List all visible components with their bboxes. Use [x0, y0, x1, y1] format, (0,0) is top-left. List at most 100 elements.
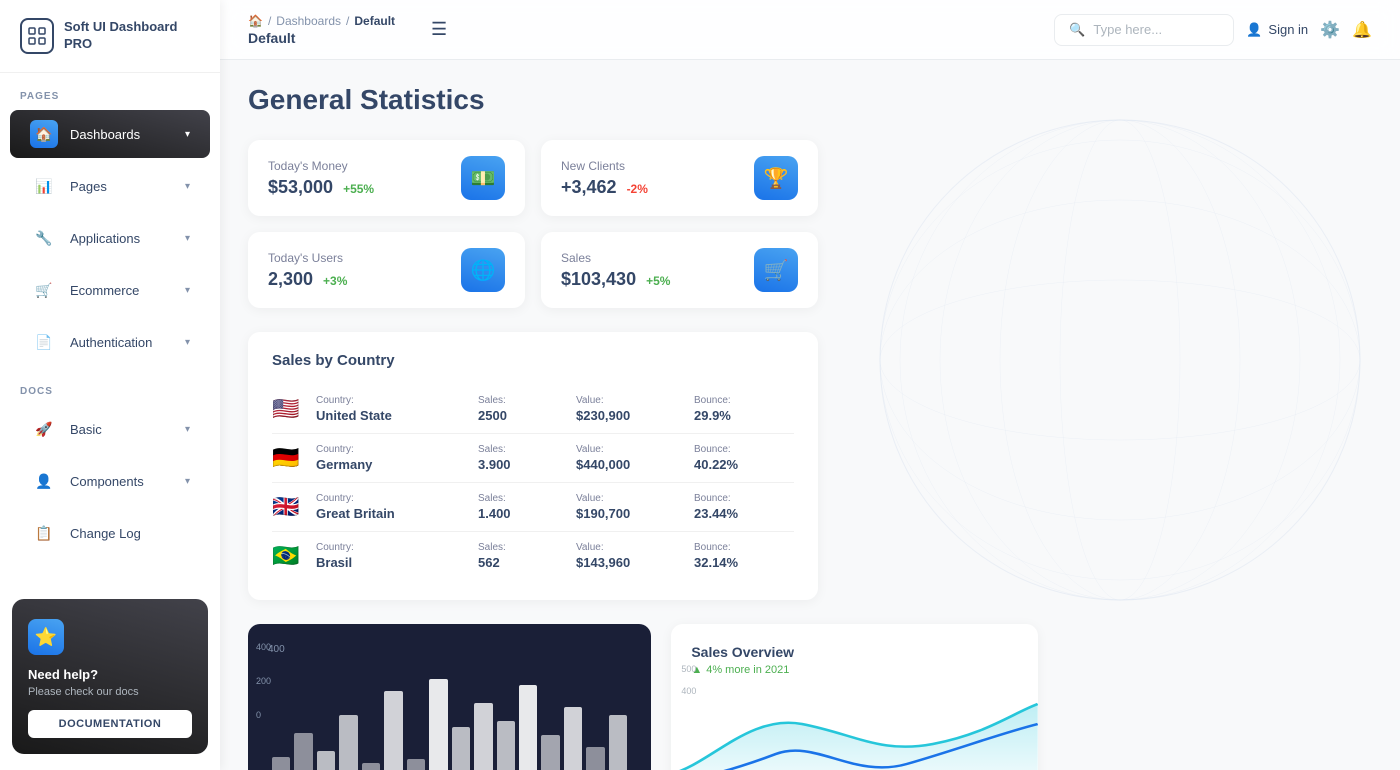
value-de: $440,000: [576, 457, 686, 472]
sales-overview-card: Sales Overview ▲ 4% more in 2021: [671, 624, 1038, 770]
bar-chart-card: 400: [248, 624, 651, 770]
sidebar-item-changelog[interactable]: 📋 Change Log: [10, 509, 210, 557]
stat-card-sales: Sales $103,430 +5% 🛒: [541, 232, 818, 308]
y-label-400: 400: [681, 686, 696, 696]
search-box[interactable]: 🔍 Type here...: [1054, 14, 1234, 46]
bar: [294, 733, 312, 770]
sales-de: 3.900: [478, 457, 568, 472]
breadcrumb-dashboards[interactable]: Dashboards: [276, 14, 341, 28]
flag-gb: 🇬🇧: [272, 494, 308, 520]
sidebar-item-pages[interactable]: 📊 Pages ▾: [10, 162, 210, 210]
help-star-icon: ⭐: [28, 619, 64, 655]
chevron-down-icon: ▾: [185, 476, 190, 487]
flag-us: 🇺🇸: [272, 396, 308, 422]
col-label-value: Value:: [576, 493, 686, 504]
help-title: Need help?: [28, 667, 192, 682]
breadcrumb-current: Default: [354, 14, 395, 28]
breadcrumb-home-icon[interactable]: 🏠: [248, 14, 263, 28]
value-br: $143,960: [576, 555, 686, 570]
sales-overview-title: Sales Overview: [691, 644, 1018, 660]
bounce-gb: 23.44%: [694, 506, 794, 521]
stat-label-users: Today's Users: [268, 251, 347, 265]
country-name-br: Brasil: [316, 555, 470, 570]
stat-change-clients: -2%: [627, 182, 648, 196]
stat-label-clients: New Clients: [561, 159, 648, 173]
sidebar-item-components[interactable]: 👤 Components ▾: [10, 457, 210, 505]
sales-by-country-title: Sales by Country: [272, 352, 794, 369]
content-area: General Statistics Today's Money $53,000…: [220, 60, 1400, 770]
bar: [429, 679, 447, 770]
section-label-docs: DOCS: [0, 368, 220, 403]
col-label-value: Value:: [576, 444, 686, 455]
page-title: General Statistics: [248, 84, 1372, 116]
sidebar-item-dashboards[interactable]: 🏠 Dashboards ▾: [10, 110, 210, 158]
dashboards-icon: 🏠: [30, 120, 58, 148]
stat-icon-money: 💵: [461, 156, 505, 200]
chevron-down-icon: ▾: [185, 337, 190, 348]
stat-change-users: +3%: [323, 274, 347, 288]
bar: [339, 715, 357, 770]
bar: [474, 703, 492, 770]
bounce-de: 40.22%: [694, 457, 794, 472]
col-label-bounce: Bounce:: [694, 395, 794, 406]
sign-in-label: Sign in: [1268, 22, 1308, 37]
stat-change-money: +55%: [343, 182, 374, 196]
col-label-country: Country:: [316, 542, 470, 553]
settings-icon[interactable]: ⚙️: [1320, 20, 1340, 40]
sidebar-item-applications-label: Applications: [70, 231, 140, 246]
sidebar-item-ecommerce-label: Ecommerce: [70, 283, 139, 298]
sidebar-item-authentication-label: Authentication: [70, 335, 152, 350]
col-label-country: Country:: [316, 444, 470, 455]
bar: [541, 735, 559, 770]
sidebar-item-changelog-label: Change Log: [70, 526, 141, 541]
sidebar-item-pages-label: Pages: [70, 179, 107, 194]
chevron-down-icon: ▾: [185, 285, 190, 296]
col-label-bounce: Bounce:: [694, 493, 794, 504]
sidebar-item-dashboards-label: Dashboards: [70, 127, 140, 142]
page-header-title: Default: [248, 30, 395, 46]
documentation-button[interactable]: DOCUMENTATION: [28, 710, 192, 738]
table-row: 🇺🇸 Country: United State Sales: 2500 Val…: [272, 385, 794, 434]
sales-by-country-card: Sales by Country 🇺🇸 Country: United Stat…: [248, 332, 818, 600]
sales-overview-change-text: 4% more in 2021: [706, 664, 789, 676]
bar: [407, 759, 425, 770]
sidebar-item-basic-label: Basic: [70, 422, 102, 437]
chevron-down-icon: ▾: [185, 424, 190, 435]
help-card: ⭐ Need help? Please check our docs DOCUM…: [12, 599, 208, 754]
search-placeholder: Type here...: [1093, 22, 1162, 37]
sales-us: 2500: [478, 408, 568, 423]
sign-in-button[interactable]: 👤 Sign in: [1246, 22, 1308, 38]
sidebar-item-applications[interactable]: 🔧 Applications ▾: [10, 214, 210, 262]
sidebar-item-basic[interactable]: 🚀 Basic ▾: [10, 405, 210, 453]
bar: [452, 727, 470, 770]
sidebar-item-authentication[interactable]: 📄 Authentication ▾: [10, 318, 210, 366]
app-name: Soft UI Dashboard PRO: [64, 19, 200, 53]
stat-label-sales: Sales: [561, 251, 670, 265]
line-chart: [671, 694, 1038, 770]
col-label-value: Value:: [576, 395, 686, 406]
col-label-bounce: Bounce:: [694, 542, 794, 553]
app-logo-icon: [20, 18, 54, 54]
applications-icon: 🔧: [30, 224, 58, 252]
col-label-bounce: Bounce:: [694, 444, 794, 455]
bar: [586, 747, 604, 770]
bar: [519, 685, 537, 770]
breadcrumb: 🏠 / Dashboards / Default Default: [248, 14, 395, 46]
sales-br: 562: [478, 555, 568, 570]
stats-grid: Today's Money $53,000 +55% 💵 New Clients…: [248, 140, 818, 308]
stat-icon-sales: 🛒: [754, 248, 798, 292]
notification-icon[interactable]: 🔔: [1352, 20, 1372, 40]
stat-value-users: 2,300: [268, 269, 313, 290]
breadcrumb-sep1: /: [268, 14, 271, 28]
col-label-sales: Sales:: [478, 493, 568, 504]
hamburger-icon[interactable]: ☰: [423, 15, 455, 43]
country-name-gb: Great Britain: [316, 506, 470, 521]
stat-label-money: Today's Money: [268, 159, 374, 173]
stat-value-sales: $103,430: [561, 269, 636, 290]
stat-value-money: $53,000: [268, 177, 333, 198]
authentication-icon: 📄: [30, 328, 58, 356]
changelog-icon: 📋: [30, 519, 58, 547]
sidebar-item-ecommerce[interactable]: 🛒 Ecommerce ▾: [10, 266, 210, 314]
y-label-400: 400: [256, 642, 271, 652]
pages-icon: 📊: [30, 172, 58, 200]
